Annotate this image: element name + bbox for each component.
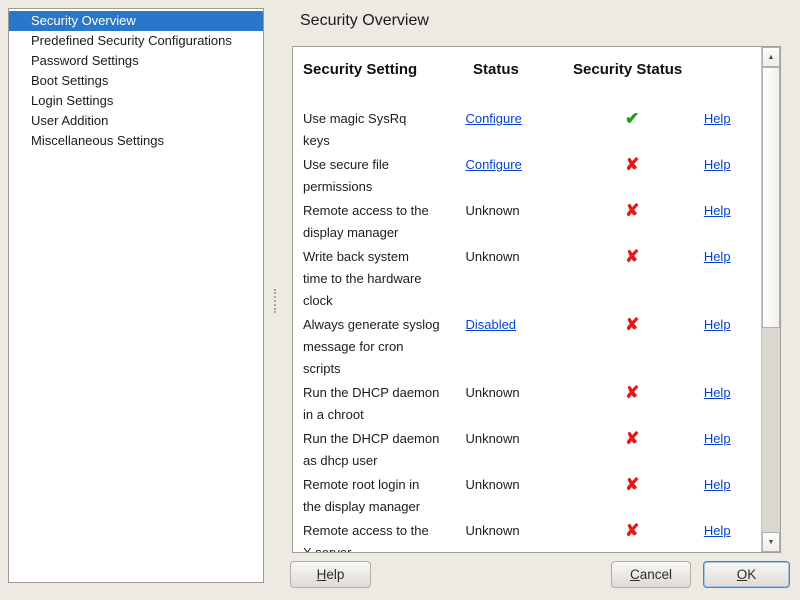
help-button-mnemonic: H xyxy=(317,567,327,582)
status-value: Unknown xyxy=(465,203,519,218)
vertical-scrollbar[interactable]: ▲ ▼ xyxy=(761,47,780,552)
help-link[interactable]: Help xyxy=(704,477,731,492)
table-row: Use magic SysRq keys Configure ✔ Help xyxy=(303,108,761,152)
table-row: Always generate syslog message for cron … xyxy=(303,314,761,380)
help-link[interactable]: Help xyxy=(704,111,731,126)
help-button[interactable]: Help xyxy=(290,561,371,588)
sidebar-item-user-addition[interactable]: User Addition xyxy=(9,111,263,131)
check-icon: ✔ xyxy=(625,109,639,128)
help-button-label: elp xyxy=(326,567,344,582)
setting-label: Run the DHCP daemon in a chroot xyxy=(303,382,465,426)
table-header-row: Security Setting Status Security Status xyxy=(303,61,761,78)
sidebar-item-password-settings[interactable]: Password Settings xyxy=(9,51,263,71)
security-overview-table: Security Setting Status Security Status … xyxy=(292,46,781,553)
setting-label: Use magic SysRq keys xyxy=(303,108,465,152)
help-link[interactable]: Help xyxy=(704,523,731,538)
column-header-status: Status xyxy=(473,61,573,78)
ok-button[interactable]: OK xyxy=(703,561,790,588)
cross-icon: ✘ xyxy=(625,521,639,540)
help-link[interactable]: Help xyxy=(704,203,731,218)
pane-splitter-handle[interactable] xyxy=(274,289,276,313)
scrollbar-thumb[interactable] xyxy=(762,67,780,328)
status-value: Unknown xyxy=(465,523,519,538)
help-link[interactable]: Help xyxy=(704,157,731,172)
setting-label: Run the DHCP daemon as dhcp user xyxy=(303,428,465,472)
table-row: Remote access to the display manager Unk… xyxy=(303,200,761,244)
table-row: Run the DHCP daemon in a chroot Unknown … xyxy=(303,382,761,426)
sidebar-item-miscellaneous-settings[interactable]: Miscellaneous Settings xyxy=(9,131,263,151)
table-row: Remote access to the X server Unknown ✘ … xyxy=(303,520,761,552)
cross-icon: ✘ xyxy=(625,475,639,494)
status-value: Unknown xyxy=(465,477,519,492)
setting-label: Remote access to the X server xyxy=(303,520,465,552)
column-header-security-setting: Security Setting xyxy=(303,61,473,78)
table-row: Run the DHCP daemon as dhcp user Unknown… xyxy=(303,428,761,472)
ok-button-label: K xyxy=(747,567,756,582)
ok-button-mnemonic: O xyxy=(737,567,748,582)
sidebar-item-predefined-security-configurations[interactable]: Predefined Security Configurations xyxy=(9,31,263,51)
table-content: Security Setting Status Security Status … xyxy=(293,47,761,552)
status-disabled-link[interactable]: Disabled xyxy=(465,317,516,332)
help-link[interactable]: Help xyxy=(704,317,731,332)
table-rows: Use magic SysRq keys Configure ✔ Help Us… xyxy=(303,108,761,552)
cross-icon: ✘ xyxy=(625,201,639,220)
table-row: Use secure file permissions Configure ✘ … xyxy=(303,154,761,198)
help-link[interactable]: Help xyxy=(704,385,731,400)
setting-label: Remote access to the display manager xyxy=(303,200,465,244)
status-configure-link[interactable]: Configure xyxy=(465,157,521,172)
cross-icon: ✘ xyxy=(625,429,639,448)
help-link[interactable]: Help xyxy=(704,249,731,264)
status-value: Unknown xyxy=(465,385,519,400)
status-value: Unknown xyxy=(465,249,519,264)
status-value: Unknown xyxy=(465,431,519,446)
scroll-up-icon[interactable]: ▲ xyxy=(762,47,780,67)
cancel-button[interactable]: Cancel xyxy=(611,561,691,588)
cross-icon: ✘ xyxy=(625,247,639,266)
cancel-button-mnemonic: C xyxy=(630,567,640,582)
table-row: Remote root login in the display manager… xyxy=(303,474,761,518)
cross-icon: ✘ xyxy=(625,155,639,174)
setting-label: Remote root login in the display manager xyxy=(303,474,465,518)
help-link[interactable]: Help xyxy=(704,431,731,446)
setting-label: Write back system time to the hardware c… xyxy=(303,246,465,312)
scroll-down-icon[interactable]: ▼ xyxy=(762,532,780,552)
sidebar-item-login-settings[interactable]: Login Settings xyxy=(9,91,263,111)
cross-icon: ✘ xyxy=(625,315,639,334)
cross-icon: ✘ xyxy=(625,383,639,402)
setting-label: Always generate syslog message for cron … xyxy=(303,314,465,380)
cancel-button-label: ancel xyxy=(640,567,672,582)
sidebar-item-security-overview[interactable]: Security Overview xyxy=(9,11,263,31)
category-list: Security Overview Predefined Security Co… xyxy=(8,8,264,583)
setting-label: Use secure file permissions xyxy=(303,154,465,198)
table-row: Write back system time to the hardware c… xyxy=(303,246,761,312)
column-header-security-status: Security Status xyxy=(573,61,723,78)
sidebar-item-boot-settings[interactable]: Boot Settings xyxy=(9,71,263,91)
status-configure-link[interactable]: Configure xyxy=(465,111,521,126)
page-title: Security Overview xyxy=(300,12,429,30)
